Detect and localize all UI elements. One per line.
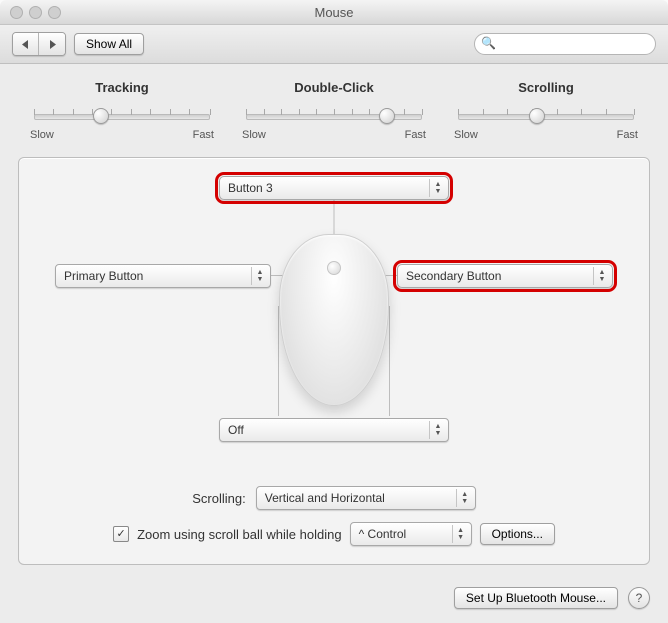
squeeze-value: Off xyxy=(228,423,244,437)
scrolling-mode-value: Vertical and Horizontal xyxy=(265,491,385,505)
wire-top xyxy=(334,200,335,234)
zoom-modifier-value: ^ Control xyxy=(359,527,407,541)
tracking-slider[interactable] xyxy=(34,105,210,125)
doubleclick-slow: Slow xyxy=(242,129,266,141)
toolbar: Show All 🔍 xyxy=(0,25,668,64)
zoom-modifier-select[interactable]: ^ Control ▲▼ xyxy=(350,522,472,546)
button3-value: Button 3 xyxy=(228,181,273,195)
mouse-panel: Button 3 ▲▼ Primary Button ▲▼ Secondary … xyxy=(18,157,650,565)
tracking-slider-group: Tracking Slow Fast xyxy=(24,80,220,141)
updown-icon: ▲▼ xyxy=(429,179,446,197)
search-field-wrap: 🔍 xyxy=(474,33,656,55)
scrolling-slider[interactable] xyxy=(458,105,634,125)
footer: Set Up Bluetooth Mouse... ? xyxy=(0,575,668,623)
button3-select[interactable]: Button 3 ▲▼ xyxy=(219,176,449,200)
updown-icon: ▲▼ xyxy=(593,267,610,285)
scrolling-label: Scrolling xyxy=(448,80,644,95)
setup-bluetooth-button[interactable]: Set Up Bluetooth Mouse... xyxy=(454,587,618,609)
zoom-row: ✓ Zoom using scroll ball while holding ^… xyxy=(33,522,635,546)
updown-icon: ▲▼ xyxy=(452,525,469,543)
primary-select[interactable]: Primary Button ▲▼ xyxy=(55,264,271,288)
help-button[interactable]: ? xyxy=(628,587,650,609)
tracking-label: Tracking xyxy=(24,80,220,95)
squeeze-select[interactable]: Off ▲▼ xyxy=(219,418,449,442)
content: Tracking Slow Fast Double-Click Slow Fast xyxy=(0,64,668,575)
nav-segment xyxy=(12,32,66,56)
scrolling-slider-group: Scrolling Slow Fast xyxy=(448,80,644,141)
doubleclick-label: Double-Click xyxy=(236,80,432,95)
mouse-illustration xyxy=(279,234,389,406)
doubleclick-slider[interactable] xyxy=(246,105,422,125)
secondary-select[interactable]: Secondary Button ▲▼ xyxy=(397,264,613,288)
primary-value: Primary Button xyxy=(64,269,143,283)
updown-icon: ▲▼ xyxy=(456,489,473,507)
zoom-label: Zoom using scroll ball while holding xyxy=(137,527,342,542)
search-input[interactable] xyxy=(474,33,656,55)
search-icon: 🔍 xyxy=(481,36,496,50)
forward-button[interactable] xyxy=(39,33,65,55)
secondary-value: Secondary Button xyxy=(406,269,501,283)
wire-squeeze-right xyxy=(389,306,390,416)
tracking-slow: Slow xyxy=(30,129,54,141)
zoom-options-button[interactable]: Options... xyxy=(480,523,555,545)
tracking-fast: Fast xyxy=(193,129,214,141)
scrolling-mode-select[interactable]: Vertical and Horizontal ▲▼ xyxy=(256,486,476,510)
updown-icon: ▲▼ xyxy=(429,421,446,439)
sliders-row: Tracking Slow Fast Double-Click Slow Fast xyxy=(24,80,644,141)
updown-icon: ▲▼ xyxy=(251,267,268,285)
doubleclick-slider-group: Double-Click Slow Fast xyxy=(236,80,432,141)
zoom-checkbox[interactable]: ✓ xyxy=(113,526,129,542)
titlebar: Mouse xyxy=(0,0,668,25)
back-button[interactable] xyxy=(13,33,39,55)
scrolling-fast: Fast xyxy=(617,129,638,141)
scrolling-slow: Slow xyxy=(454,129,478,141)
scrolling-row: Scrolling: Vertical and Horizontal ▲▼ xyxy=(33,486,635,510)
scrolling-row-label: Scrolling: xyxy=(192,491,245,506)
mouse-zone: Button 3 ▲▼ Primary Button ▲▼ Secondary … xyxy=(33,176,635,476)
window-title: Mouse xyxy=(0,5,668,20)
doubleclick-fast: Fast xyxy=(405,129,426,141)
window: Mouse Show All 🔍 Tracking Slow Fast xyxy=(0,0,668,623)
show-all-button[interactable]: Show All xyxy=(74,33,144,55)
